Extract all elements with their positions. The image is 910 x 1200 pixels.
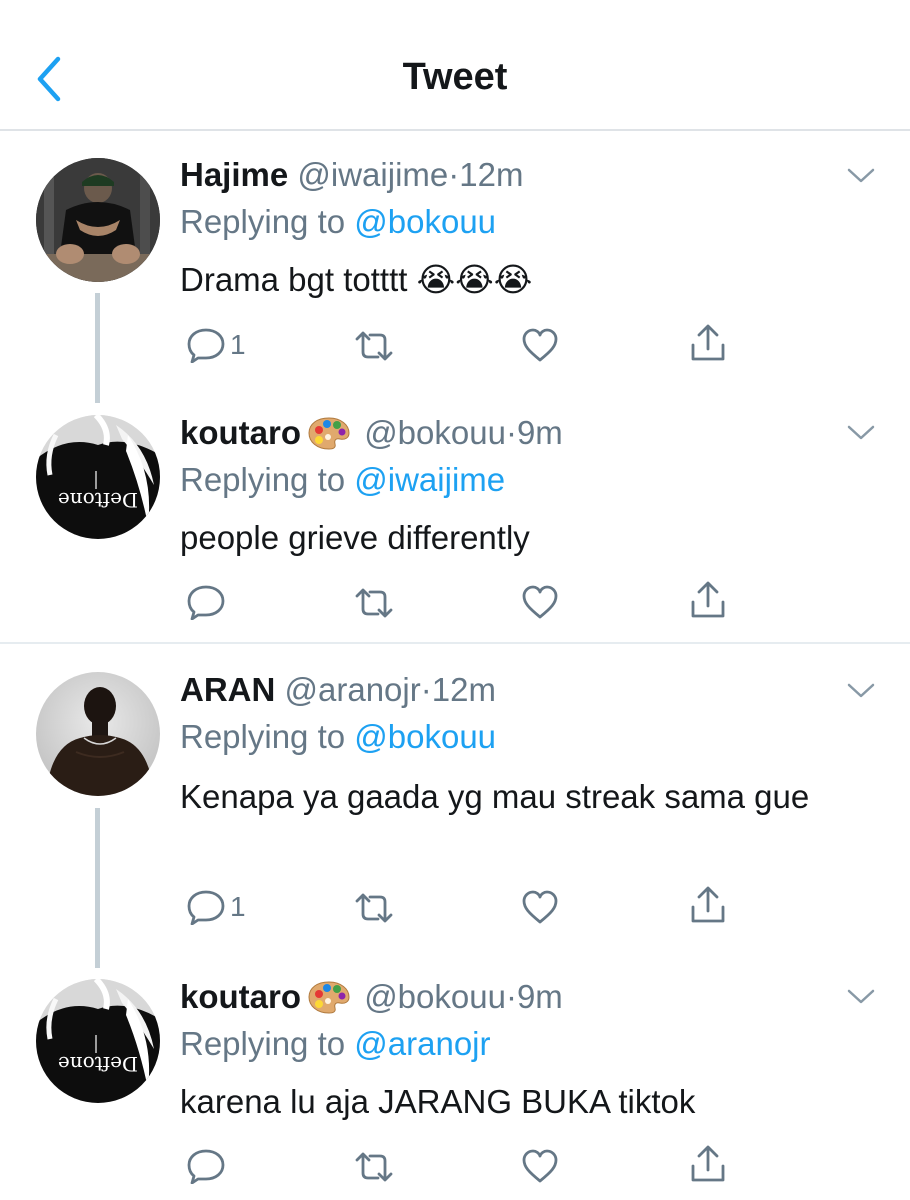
thread-connector bbox=[95, 293, 100, 403]
retweet-icon bbox=[355, 1152, 393, 1182]
replying-to: Replying to @bokouu bbox=[180, 718, 497, 755]
timestamp[interactable]: 12m bbox=[459, 156, 523, 193]
mention-link[interactable]: @aranojr bbox=[354, 1025, 490, 1062]
like-button[interactable] bbox=[521, 889, 559, 925]
share-icon bbox=[691, 324, 725, 361]
retweet-icon bbox=[355, 893, 393, 923]
like-button[interactable] bbox=[521, 1148, 559, 1184]
share-icon bbox=[691, 886, 725, 923]
user-handle[interactable]: @iwaijime bbox=[297, 156, 448, 193]
reply-count: 1 bbox=[230, 891, 246, 922]
reply-icon bbox=[187, 328, 225, 363]
tweet-header: koutaro @bokouu·9m bbox=[180, 977, 563, 1023]
tweet-text: Kenapa ya gaada yg mau streak sama gue bbox=[180, 778, 810, 815]
chevron-down-icon[interactable] bbox=[846, 166, 876, 186]
share-button[interactable] bbox=[689, 323, 727, 363]
mention-link[interactable]: @bokouu bbox=[354, 203, 496, 240]
display-name[interactable]: koutaro bbox=[180, 414, 301, 451]
reply-button[interactable] bbox=[186, 1148, 230, 1184]
like-button[interactable] bbox=[521, 327, 559, 363]
svg-text:Deftone: Deftone bbox=[58, 488, 138, 512]
retweet-button[interactable] bbox=[354, 892, 394, 924]
display-name[interactable]: koutaro bbox=[180, 978, 301, 1015]
timestamp[interactable]: 12m bbox=[432, 671, 496, 708]
tweet-text: Drama bgt totttt 😭😭😭 bbox=[180, 261, 533, 298]
tweet-text: people grieve differently bbox=[180, 519, 530, 556]
display-name[interactable]: Hajime bbox=[180, 156, 288, 193]
reply-button[interactable] bbox=[186, 584, 230, 620]
reply-icon bbox=[187, 1149, 225, 1184]
thread-connector bbox=[95, 808, 100, 968]
user-handle[interactable]: @aranojr bbox=[285, 671, 421, 708]
heart-icon bbox=[522, 585, 558, 619]
mention-link[interactable]: @iwaijime bbox=[354, 461, 505, 498]
page-title: Tweet bbox=[402, 56, 508, 98]
chevron-down-icon[interactable] bbox=[846, 987, 876, 1007]
timestamp[interactable]: 9m bbox=[517, 978, 563, 1015]
replying-to: Replying to @aranojr bbox=[180, 1025, 491, 1062]
mention-link[interactable]: @bokouu bbox=[354, 718, 496, 755]
display-name[interactable]: ARAN bbox=[180, 671, 275, 708]
user-handle[interactable]: @bokouu bbox=[364, 978, 506, 1015]
heart-icon bbox=[522, 1149, 558, 1183]
reply-button[interactable]: 1 bbox=[186, 327, 246, 363]
chevron-down-icon[interactable] bbox=[846, 681, 876, 701]
replying-to: Replying to @iwaijime bbox=[180, 461, 506, 498]
tweet-header: ARAN @aranojr·12m bbox=[180, 671, 496, 708]
reply-icon bbox=[187, 890, 225, 925]
timestamp[interactable]: 9m bbox=[517, 414, 563, 451]
reply-button[interactable]: 1 bbox=[186, 889, 246, 925]
conversation-divider bbox=[0, 642, 910, 644]
chevron-down-icon[interactable] bbox=[846, 423, 876, 443]
reply-icon bbox=[187, 585, 225, 620]
palette-icon bbox=[307, 416, 351, 459]
share-button[interactable] bbox=[689, 885, 727, 925]
share-icon bbox=[691, 581, 725, 618]
avatar[interactable] bbox=[36, 672, 160, 796]
share-button[interactable] bbox=[689, 580, 727, 620]
retweet-button[interactable] bbox=[354, 587, 394, 619]
avatar[interactable] bbox=[36, 158, 160, 282]
retweet-icon bbox=[355, 588, 393, 618]
avatar[interactable]: Deftone bbox=[36, 415, 160, 539]
retweet-button[interactable] bbox=[354, 1151, 394, 1183]
tweet-text: karena lu aja JARANG BUKA tiktok bbox=[180, 1083, 696, 1120]
tweet-header: Hajime @iwaijime·12m bbox=[180, 156, 524, 193]
share-button[interactable] bbox=[689, 1144, 727, 1184]
user-handle[interactable]: @bokouu bbox=[364, 414, 506, 451]
avatar[interactable]: Deftone bbox=[36, 979, 160, 1103]
retweet-icon bbox=[355, 331, 393, 361]
replying-to: Replying to @bokouu bbox=[180, 203, 497, 240]
heart-icon bbox=[522, 890, 558, 924]
like-button[interactable] bbox=[521, 584, 559, 620]
retweet-button[interactable] bbox=[354, 330, 394, 362]
tweet-header: koutaro @bokouu·9m bbox=[180, 413, 563, 459]
svg-text:Deftone: Deftone bbox=[58, 1052, 138, 1076]
share-icon bbox=[691, 1145, 725, 1182]
palette-icon bbox=[307, 980, 351, 1023]
heart-icon bbox=[522, 328, 558, 362]
header-bar: Tweet bbox=[0, 0, 910, 131]
reply-count: 1 bbox=[230, 329, 246, 360]
